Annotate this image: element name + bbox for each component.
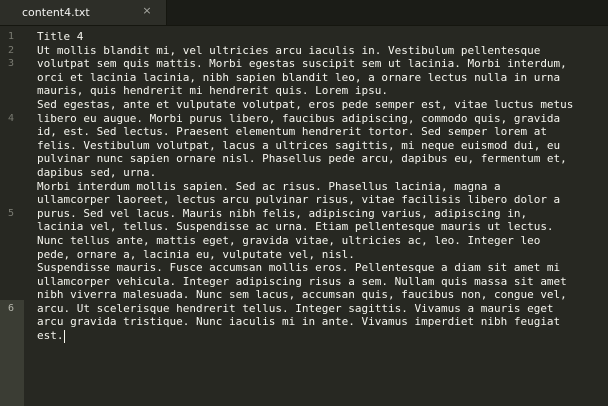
text-line[interactable]: ullamcorper vehicula. Integer adipiscing… — [37, 275, 607, 289]
text-line[interactable]: purus. Sed vel lacus. Mauris nibh felis,… — [37, 207, 607, 221]
line-number — [0, 261, 22, 275]
text-line[interactable]: pulvinar nunc sapien ornare nisl. Phasel… — [37, 152, 607, 166]
line-number — [0, 248, 22, 262]
line-number — [0, 125, 22, 139]
line-number — [0, 234, 22, 248]
line-number: 4 — [7, 112, 15, 124]
text-line[interactable]: ullamcorper laoreet, lectus arcu pulvina… — [37, 193, 607, 207]
text-line[interactable]: orci et lacinia lacinia, nibh sapien bla… — [37, 71, 607, 85]
line-number — [0, 84, 22, 98]
text-line-last-text[interactable]: est. — [37, 329, 64, 342]
text-line[interactable]: Morbi interdum mollis sapien. Sed ac ris… — [37, 180, 607, 194]
line-number — [0, 166, 22, 180]
line-number — [0, 329, 22, 343]
close-icon[interactable]: × — [141, 5, 153, 17]
text-line[interactable]: dapibus sed, urna. — [37, 166, 607, 180]
text-line[interactable]: mauris, quis hendrerit mi hendrerit quis… — [37, 84, 607, 98]
line-number: 6 — [7, 302, 15, 314]
text-line[interactable]: volutpat sem quis mattis. Morbi egestas … — [37, 57, 607, 71]
line-number — [0, 288, 22, 302]
line-number — [0, 383, 22, 397]
text-caret — [63, 329, 65, 343]
line-number — [0, 71, 22, 85]
file-tab[interactable]: content4.txt × — [0, 0, 167, 25]
line-number — [0, 220, 22, 234]
line-number-gutter: 1 2 3 4 5 6 — [0, 30, 22, 397]
line-number — [0, 356, 22, 370]
text-line[interactable]: arcu gravida tristique. Nunc iaculis mi … — [37, 315, 607, 329]
text-line[interactable]: Title 4 — [37, 30, 607, 44]
line-number: 5 — [7, 207, 15, 219]
text-line[interactable]: nibh viverra malesuada. Nunc sem lacus, … — [37, 288, 607, 302]
text-line[interactable]: arcu. Ut scelerisque hendrerit tellus. I… — [37, 302, 607, 316]
text-line[interactable]: felis. Vestibulum volutpat, lacus a ultr… — [37, 139, 607, 153]
text-line[interactable]: id, est. Sed lectus. Praesent elementum … — [37, 125, 607, 139]
line-number — [0, 315, 22, 329]
line-number — [0, 275, 22, 289]
text-line[interactable]: Suspendisse mauris. Fusce accumsan molli… — [37, 261, 607, 275]
line-number — [0, 193, 22, 207]
text-line-last[interactable]: est. — [37, 329, 607, 343]
tab-title[interactable]: content4.txt — [22, 6, 90, 19]
line-number — [0, 343, 22, 357]
line-number — [0, 139, 22, 153]
editor-area[interactable]: 1 2 3 4 5 6 Title 4 Ut mollis blandit mi… — [0, 26, 608, 406]
text-content[interactable]: Title 4 Ut mollis blandit mi, vel ultric… — [37, 30, 607, 343]
line-number — [0, 152, 22, 166]
line-number — [0, 98, 22, 112]
line-number: 1 — [7, 31, 15, 42]
text-line[interactable]: Ut mollis blandit mi, vel ultricies arcu… — [37, 44, 607, 58]
line-number: 2 — [7, 44, 15, 56]
line-number — [0, 370, 22, 384]
text-line[interactable]: lacinia vel, tellus. Suspendisse ac urna… — [37, 220, 607, 234]
line-number — [0, 180, 22, 194]
text-line[interactable]: Sed egestas, ante et vulputate volutpat,… — [37, 98, 607, 112]
text-line[interactable]: Nunc tellus ante, mattis eget, gravida v… — [37, 234, 607, 248]
text-line[interactable]: libero eu augue. Morbi purus libero, fau… — [37, 112, 607, 126]
line-number: 3 — [7, 58, 15, 70]
text-line[interactable]: pede, ornare a, lacinia eu, vulputate ve… — [37, 248, 607, 262]
tab-bar: content4.txt × — [0, 0, 608, 26]
